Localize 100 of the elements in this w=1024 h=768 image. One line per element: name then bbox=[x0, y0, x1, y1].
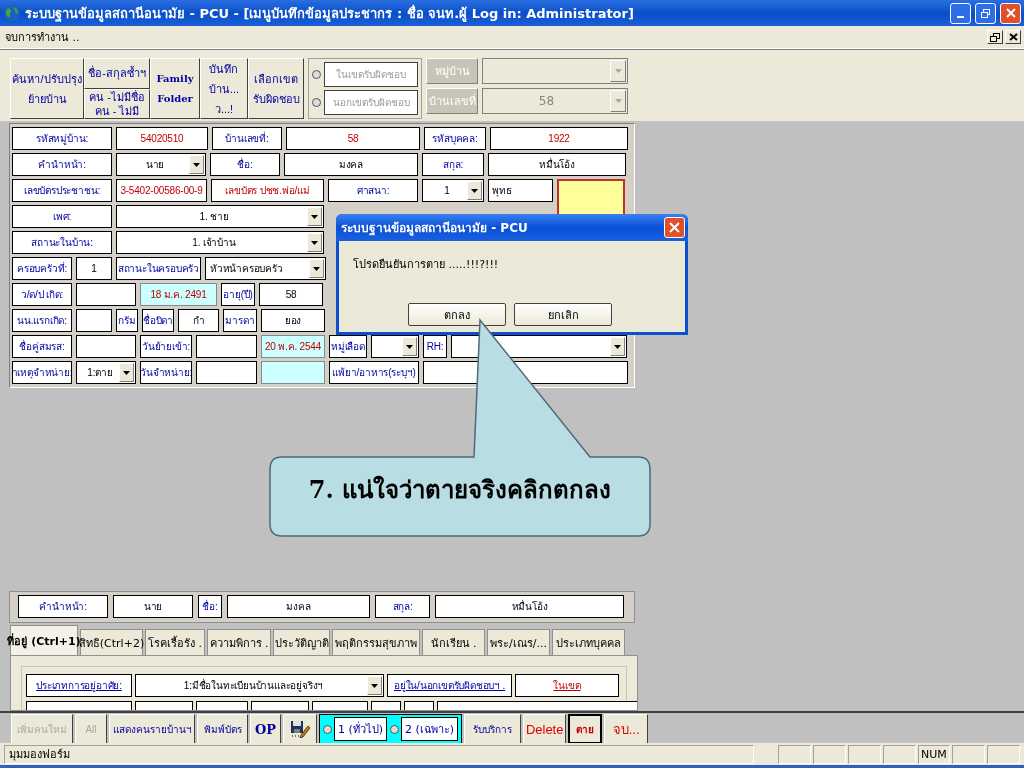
field-label: ศาสนา: bbox=[328, 179, 418, 202]
date-field: 18 ม.ค. 2491 bbox=[140, 283, 217, 306]
field-value: 58 bbox=[259, 283, 323, 306]
field-label: ชื่อ: bbox=[198, 595, 222, 618]
toolbar-button[interactable]: ตาย bbox=[568, 714, 603, 744]
toolbar-button[interactable]: เลือกเขต รับผิดชอบ bbox=[248, 58, 304, 119]
option-label: 2 (เฉพาะ) bbox=[401, 717, 459, 741]
dropdown-field[interactable]: 1. ชาย bbox=[116, 205, 324, 228]
dropdown-field[interactable]: 1 bbox=[422, 179, 484, 202]
globe-icon bbox=[3, 4, 21, 22]
field-label: วันจำหน่าย: bbox=[140, 361, 192, 384]
field-label: มารดา bbox=[223, 309, 257, 332]
dropdown-arrow-icon bbox=[471, 188, 478, 193]
minimize-button[interactable] bbox=[950, 2, 971, 24]
dropdown-arrow-icon bbox=[614, 69, 622, 73]
status-panel bbox=[813, 744, 846, 764]
dialog-button[interactable]: ตกลง bbox=[408, 303, 506, 326]
dialog-message: โปรดยืนยันการตาย .....!!!?!!! bbox=[352, 257, 500, 273]
field-value: หมื่นโอ้ง bbox=[488, 153, 626, 176]
dropdown-arrow-icon bbox=[193, 162, 200, 167]
radio-button[interactable] bbox=[323, 724, 332, 734]
dialog-title: ระบบฐานข้อมูลสถานีอนามัย - PCU bbox=[341, 220, 528, 237]
field-value: 1 bbox=[76, 257, 112, 280]
tab[interactable]: พฤติกรรมสุขภาพ bbox=[332, 629, 420, 655]
field-label: แพ้ยา/อาหาร(ระบุฯ) bbox=[329, 361, 419, 384]
close-button[interactable] bbox=[1005, 30, 1021, 44]
minimize-icon bbox=[957, 16, 964, 18]
toolbar-button[interactable]: จบ... bbox=[604, 714, 649, 744]
field-link[interactable]: ในเขต bbox=[515, 674, 619, 697]
tab[interactable]: โรคเรื้อรัง . bbox=[145, 629, 205, 655]
dropdown-field[interactable]: 1:มีชื่อในทะเบียนบ้านและอยู่จริงฯ bbox=[135, 674, 384, 697]
date-field: 20 พ.ค. 2544 bbox=[261, 335, 325, 358]
field-label: ชื่อบิดา bbox=[142, 309, 174, 332]
option-label: 1 (ทั่วไป) bbox=[334, 717, 388, 741]
field-label: ครอบครัวที่: bbox=[12, 257, 72, 280]
restore-icon bbox=[990, 32, 1000, 42]
status-panel bbox=[778, 744, 812, 764]
field-label: คำนำหน้า: bbox=[12, 153, 112, 176]
radio-button[interactable] bbox=[390, 724, 400, 734]
field-label: ชื่อ: bbox=[210, 153, 280, 176]
toolbar-button[interactable]: Delete bbox=[523, 714, 567, 744]
field-value bbox=[196, 361, 257, 384]
menu-item[interactable]: จบการทำงาน .. bbox=[3, 28, 82, 46]
field-link[interactable]: อยู่ใน/นอกเขตรับผิดชอบฯ . bbox=[387, 674, 512, 697]
tab[interactable]: ประวัติญาติ bbox=[273, 629, 330, 655]
date-field bbox=[261, 361, 325, 384]
dropdown-field[interactable] bbox=[482, 58, 628, 84]
toolbar-button[interactable]: ชื่อ-สกุลซ้ำฯ bbox=[84, 58, 150, 89]
field-label: เลขบัตรประชาชน: bbox=[12, 179, 112, 202]
dropdown-arrow-icon bbox=[614, 99, 622, 103]
dropdown-field[interactable]: 1:ตาย bbox=[76, 361, 136, 384]
field-value: 1922 bbox=[490, 127, 628, 150]
field-label: เพศ: bbox=[12, 205, 112, 228]
field-label: สถานะในบ้าน: bbox=[12, 231, 112, 254]
toolbar-button[interactable]: บันทึก บ้าน... ว...! bbox=[200, 58, 248, 119]
dropdown-field[interactable]: นาย bbox=[116, 153, 206, 176]
restore-button[interactable] bbox=[987, 30, 1003, 44]
status-indicator: NUM bbox=[917, 744, 951, 764]
field-label: รหัสหมู่บ้าน: bbox=[12, 127, 112, 150]
tab[interactable]: นักเรียน . bbox=[422, 629, 485, 655]
field-label: ชื่อคู่สมรส: bbox=[12, 335, 72, 358]
field-label: บ้านเลขที่: bbox=[212, 127, 282, 150]
status-panel bbox=[882, 744, 916, 764]
dropdown-arrow-icon bbox=[614, 344, 621, 349]
field-label: กรัม bbox=[116, 309, 138, 332]
toolbar-button[interactable]: คน -ไม่มีชื่อ คน - ไม่มี bbox=[84, 88, 150, 119]
field-label: าเหตุจำหน่าย: bbox=[12, 361, 72, 384]
field-link[interactable]: ประเภทการอยู่อาศัย: bbox=[26, 674, 132, 697]
tab[interactable]: ประเภทบุคคล bbox=[552, 629, 625, 655]
dropdown-field[interactable] bbox=[371, 335, 419, 358]
toolbar-button[interactable]: พิมพ์บัตร bbox=[197, 714, 248, 744]
dropdown-field[interactable]: หัวหน้าครอบครัว bbox=[205, 257, 326, 280]
field-value: กำ bbox=[178, 309, 219, 332]
field-value bbox=[76, 309, 112, 332]
field-value: 58 bbox=[286, 127, 420, 150]
field-label: นน.แรกเกิด: bbox=[12, 309, 72, 332]
field-label: สกุล: bbox=[375, 595, 430, 618]
field-label: บ้านเลขที่ bbox=[426, 88, 478, 114]
dialog-button[interactable]: ยกเลิก bbox=[514, 303, 612, 326]
field-label: คำนำหน้า: bbox=[18, 595, 108, 618]
tab[interactable]: พระ/เณร/... bbox=[487, 629, 550, 655]
radio-button[interactable] bbox=[312, 70, 321, 80]
toolbar-button[interactable]: ค้นหา/ปรับปรุง ย้ายบ้าน bbox=[10, 58, 84, 119]
dropdown-arrow-icon bbox=[371, 683, 378, 688]
tab[interactable]: สิทธิ(Ctrl+2) bbox=[80, 629, 143, 655]
toolbar-button[interactable]: Family Folder bbox=[150, 58, 200, 119]
save-edit-button[interactable] bbox=[283, 714, 317, 744]
field-value: มงคล bbox=[227, 595, 370, 618]
toolbar-button[interactable]: OP bbox=[250, 714, 281, 744]
status-text: มุมมองฟอร์ม bbox=[4, 744, 755, 764]
radio-button[interactable] bbox=[312, 97, 321, 107]
toolbar-button[interactable]: รับบริการ bbox=[464, 714, 522, 744]
status-panel bbox=[987, 744, 1020, 764]
tab[interactable]: ความพิการ . bbox=[207, 629, 271, 655]
dropdown-field[interactable]: 1. เจ้าบ้าน bbox=[116, 231, 324, 254]
field-label: สถานะในครอบครัว bbox=[116, 257, 201, 280]
dropdown-arrow-icon bbox=[311, 240, 318, 245]
toolbar-button[interactable]: แสดงคนรายบ้านฯ bbox=[109, 714, 195, 744]
callout-text: 7. แน่ใจว่าตายจริงคลิกตกลง bbox=[307, 474, 613, 506]
dropdown-arrow-icon bbox=[406, 344, 413, 349]
